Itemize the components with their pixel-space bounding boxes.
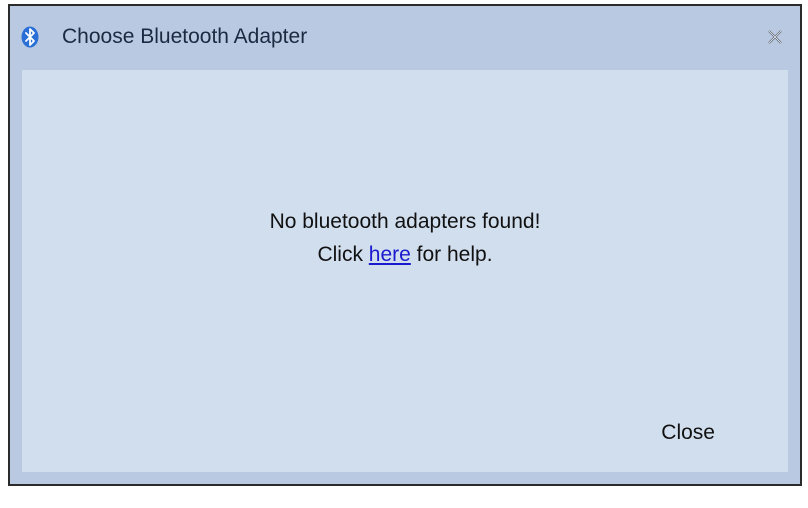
help-prefix: Click bbox=[317, 243, 369, 266]
help-link[interactable]: here bbox=[369, 243, 411, 266]
no-adapters-text: No bluetooth adapters found! bbox=[269, 210, 541, 233]
status-message: No bluetooth adapters found! Click here … bbox=[22, 205, 788, 271]
close-button[interactable]: Close bbox=[661, 421, 715, 445]
help-suffix: for help. bbox=[410, 243, 493, 266]
bluetooth-icon bbox=[21, 26, 39, 48]
dialog-window: Choose Bluetooth Adapter No bluetooth ad… bbox=[8, 4, 802, 486]
dialog-content: No bluetooth adapters found! Click here … bbox=[22, 70, 788, 472]
close-icon[interactable] bbox=[762, 24, 788, 50]
help-line: Click here for help. bbox=[22, 238, 788, 271]
window-title: Choose Bluetooth Adapter bbox=[62, 25, 308, 48]
title-bar[interactable]: Choose Bluetooth Adapter bbox=[10, 6, 800, 70]
